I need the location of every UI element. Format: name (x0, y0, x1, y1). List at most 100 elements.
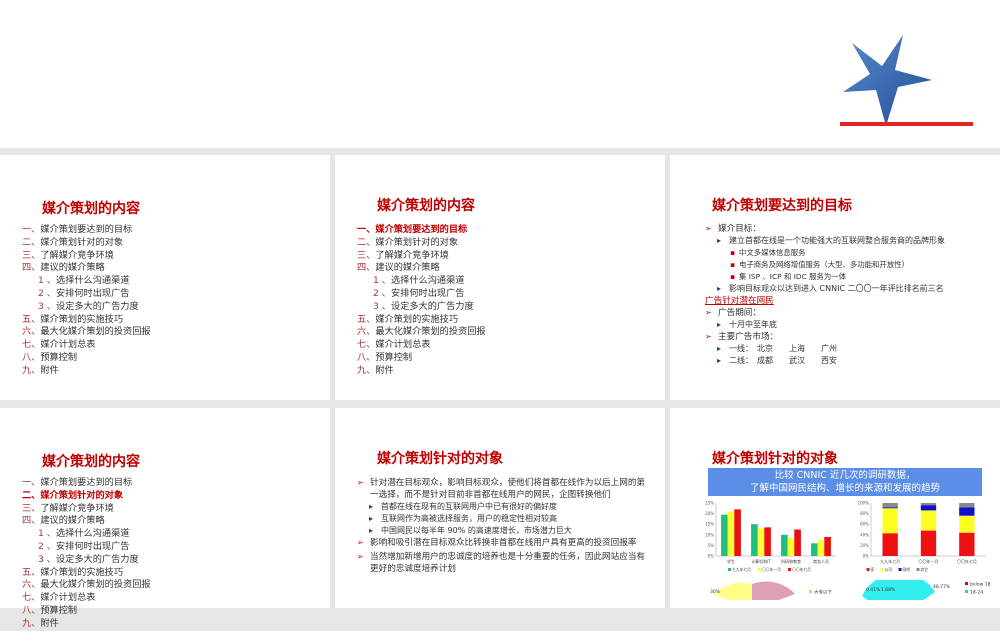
toc-text: 设定多大的广告力度 (390, 300, 474, 312)
star-logo-icon (843, 35, 932, 126)
toc-text: 建议的媒介策略 (375, 262, 440, 274)
toc-item: 七、媒介计划总表 (357, 339, 486, 352)
y-tick-label: 25% (705, 501, 714, 506)
y-tick-label: 20% (705, 511, 714, 516)
bullet: 十月中至年底 (705, 319, 995, 331)
toc-text: 选择什么沟通渠道 (55, 275, 130, 287)
bullet: 媒介目标： (705, 223, 995, 235)
bar (824, 536, 831, 556)
bar (757, 528, 765, 556)
slide-title: 媒介策划针对的对象 (712, 451, 838, 467)
bar (727, 511, 735, 556)
toc-text: 选择什么沟通渠道 (55, 528, 130, 540)
bullet: 建立首都在线是一个功能强大的互联网整合服务商的品牌形象 (705, 235, 995, 247)
toc-item: 四、建议的媒介策略 (22, 515, 151, 528)
toc-item: 五、媒介策划的实施技巧 (22, 314, 151, 327)
bar (781, 534, 788, 556)
bar-segment (959, 532, 975, 556)
legend-label: 家 (871, 567, 875, 572)
toc-number: 2 、 (373, 287, 391, 299)
toc-list: 一、媒介策划要达到的目标 二、媒介策划针对的对象 三、了解媒介竞争环境 四、建议的媒介… (357, 224, 486, 378)
y-tick-label: 40% (860, 532, 869, 537)
bullet: 影响目标观众以达到进入 CNNIC 二〇〇一年评比排名前三名 (705, 283, 995, 295)
toc-text: 媒介策划针对的对象 (375, 236, 459, 248)
toc-text: 预算控制 (40, 351, 78, 363)
bullet: 电子商务及网络增值服务（大型、多功能和开放性） (705, 259, 995, 271)
toc-text: 了解媒介竞争环境 (375, 249, 449, 261)
slide-title: 媒介策划的内容 (42, 201, 140, 217)
toc-text: 附件 (375, 364, 394, 376)
target-link[interactable]: 广告针对潜在网民 (705, 295, 995, 307)
slide-title: 媒介策划的内容 (42, 454, 140, 470)
toc-number: 三、 (22, 249, 41, 261)
toc-number: 1 、 (38, 528, 56, 540)
banner-line: 比较 CNNIC 近几次的调研数据， (774, 470, 916, 481)
toc-text: 最大化媒介策划的投资回报 (40, 579, 151, 591)
toc-number: 二、 (357, 236, 376, 248)
toc-item: 3 、设定多大的广告力度 (357, 301, 486, 314)
cnnic-banner: 比较 CNNIC 近几次的调研数据， 了解中国网民结构、增长的来源和发展的趋势 (708, 468, 982, 496)
slide-title: 媒介策划要达到的目标 (712, 198, 852, 214)
toc-item: 1 、选择什么沟通渠道 (22, 528, 151, 541)
x-tick-label: 商务人员 (813, 558, 829, 564)
bullet: 首都在线在现有的互联网用户中已有很好的偏好度 (357, 501, 645, 513)
title-slide-partial (0, 0, 1000, 148)
legend-swatch (965, 582, 968, 585)
toc-number: 2 、 (38, 287, 56, 299)
y-tick-label: 20% (860, 543, 869, 548)
toc-number: 七、 (22, 339, 41, 351)
legend-swatch (728, 568, 731, 571)
banner-line: 了解中国网民结构、增长的来源和发展的趋势 (749, 483, 940, 494)
legend-label: 其它 (921, 567, 929, 572)
toc-number: 九、 (22, 617, 41, 629)
toc-item: 二、媒介策划针对的对象 (22, 490, 151, 503)
toc-text: 媒介策划的实施技巧 (375, 313, 459, 325)
toc-list: 一、媒介策划要达到的目标 二、媒介策划针对的对象 三、了解媒介竞争环境 四、建议的媒介… (22, 477, 151, 631)
toc-text: 媒介计划总表 (40, 592, 96, 604)
toc-item: 五、媒介策划的实施技巧 (357, 314, 486, 327)
toc-item: 六、最大化媒介策划的投资回报 (357, 326, 486, 339)
toc-text: 媒介策划的实施技巧 (40, 566, 124, 578)
legend-swatch (898, 568, 902, 571)
toc-text: 媒介策划针对的对象 (40, 236, 124, 248)
toc-text: 媒介策划要达到的目标 (40, 477, 133, 488)
target-list: 针对潜在目标观众，影响目标观众，使他们将首都在线作为以后上网的第一选择，而不是针… (357, 477, 645, 575)
legend-swatch (866, 568, 870, 571)
bullet: 互联网作为高被选择服务，用户的稳定性相对较高 (357, 513, 645, 525)
toc-item: 三、了解媒介竞争环境 (22, 503, 151, 516)
toc-item: 七、媒介计划总表 (22, 339, 151, 352)
toc-text: 建议的媒介策略 (40, 515, 105, 527)
toc-number: 四、 (22, 515, 41, 527)
toc-item: 四、建议的媒介策略 (22, 262, 151, 275)
toc-text: 媒介策划要达到的目标 (40, 224, 133, 235)
toc-text: 附件 (40, 364, 59, 376)
bar-segment (920, 503, 937, 506)
bar (721, 514, 728, 556)
y-tick-label: 5% (708, 543, 715, 548)
legend-label: 九九年七月 (732, 567, 751, 572)
toc-item: 二、媒介策划针对的对象 (22, 237, 151, 250)
pie-label: 30% (710, 589, 721, 595)
slide-title: 媒介策划的内容 (377, 198, 475, 214)
bar-segment (959, 515, 975, 533)
bullet: 影响和吸引潜在目标观众比转换非首都在线用户具有更高的投资回报率 (357, 537, 645, 549)
goals-list: 媒介目标： 建立首都在线是一个功能强大的互联网整合服务商的品牌形象 中文多媒体信… (705, 223, 995, 367)
toc-text: 最大化媒介策划的投资回报 (40, 326, 151, 338)
toc-item: 一、媒介策划要达到的目标 (22, 477, 151, 490)
bullet: 中国网民以每半年 90% 的高速度增长，市场潜力巨大 (357, 525, 645, 537)
toc-item: 四、建议的媒介策略 (357, 262, 486, 275)
toc-text: 安排何时出现广告 (55, 540, 130, 552)
toc-item: 九、附件 (22, 618, 151, 631)
legend-swatch (916, 568, 920, 571)
toc-number: 三、 (22, 502, 41, 514)
y-tick-label: 60% (860, 522, 869, 527)
x-tick-label: 〇〇年七月 (957, 558, 977, 564)
bullet: 二线： 成都 武汉 西安 (705, 355, 995, 367)
slide-title: 媒介策划针对的对象 (377, 451, 503, 467)
toc-number: 五、 (22, 566, 41, 578)
toc-item: 八、预算控制 (22, 605, 151, 618)
bar-segment (882, 508, 898, 534)
legend-label: 〇〇年一月 (762, 567, 781, 572)
toc-text: 选择什么沟通渠道 (390, 275, 465, 287)
toc-text: 建议的媒介策略 (40, 262, 105, 274)
